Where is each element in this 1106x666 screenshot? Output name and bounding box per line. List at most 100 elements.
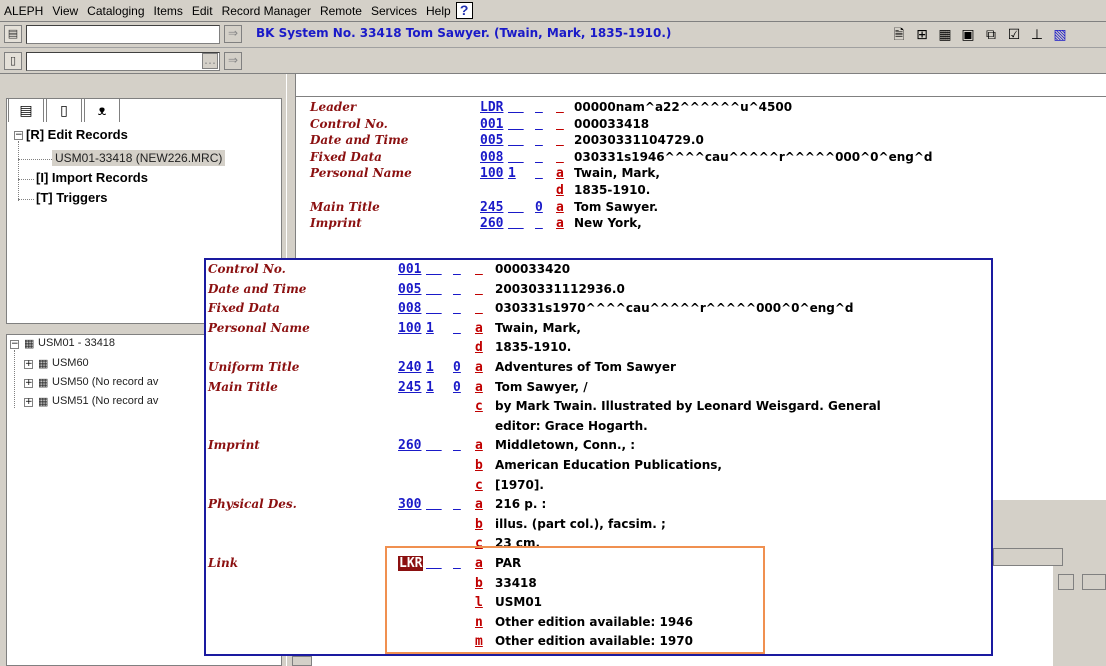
popup-field-tag[interactable]: 100 bbox=[398, 321, 421, 336]
search-input[interactable] bbox=[26, 25, 220, 44]
menu-edit[interactable]: Edit bbox=[192, 4, 213, 18]
bg-field-tag[interactable]: LDR bbox=[480, 100, 503, 115]
search-input-2[interactable] bbox=[26, 52, 220, 71]
copy-icon[interactable]: ⧉ bbox=[982, 26, 1000, 44]
popup-indicator-1[interactable] bbox=[426, 282, 442, 297]
popup-indicator-1[interactable] bbox=[426, 262, 442, 277]
split-icon[interactable]: ⊥ bbox=[1028, 26, 1046, 44]
popup-field-tag[interactable]: LKR bbox=[398, 556, 424, 571]
menu-services[interactable]: Services bbox=[371, 4, 417, 18]
bg-indicator-2[interactable]: 0 bbox=[535, 200, 543, 215]
popup-indicator-2[interactable] bbox=[453, 438, 461, 453]
menu-cataloging[interactable]: Cataloging bbox=[87, 4, 144, 18]
bg-indicator-1[interactable] bbox=[508, 150, 524, 165]
tree-toggle-icon[interactable]: ▤ bbox=[4, 25, 22, 43]
bg-indicator-1[interactable] bbox=[508, 216, 524, 231]
bg-field-tag[interactable]: 260 bbox=[480, 216, 503, 231]
tree-root-usm01[interactable]: USM01 - 33418 bbox=[38, 337, 115, 349]
bg-indicator-2[interactable] bbox=[535, 133, 543, 148]
scroll-button[interactable] bbox=[1058, 574, 1074, 590]
page-tab-icon[interactable]: ▯ bbox=[46, 98, 82, 122]
collapse-icon[interactable]: − bbox=[10, 340, 19, 349]
popup-subfield-code[interactable]: c bbox=[475, 478, 483, 493]
bg-indicator-1[interactable] bbox=[508, 117, 524, 132]
bg-subfield-code[interactable]: a bbox=[556, 200, 564, 215]
go-arrow-icon[interactable]: ⇒ bbox=[224, 25, 242, 43]
menu-view[interactable]: View bbox=[52, 4, 78, 18]
bg-field-tag[interactable]: 005 bbox=[480, 133, 503, 148]
popup-subfield-code[interactable]: b bbox=[475, 517, 483, 532]
tree-item-usm50[interactable]: USM50 (No record av bbox=[52, 376, 158, 388]
bg-field-tag[interactable]: 001 bbox=[480, 117, 503, 132]
edit-record-icon[interactable]: 🗎 bbox=[890, 26, 908, 44]
popup-indicator-1[interactable] bbox=[426, 497, 442, 512]
popup-indicator-2[interactable]: 0 bbox=[453, 360, 461, 375]
popup-subfield-code[interactable]: c bbox=[475, 399, 483, 414]
tree-item-edit-records[interactable]: [R] Edit Records bbox=[26, 127, 128, 142]
popup-indicator-2[interactable]: 0 bbox=[453, 380, 461, 395]
popup-subfield-code[interactable]: a bbox=[475, 438, 483, 453]
bg-subfield-code[interactable]: a bbox=[556, 216, 564, 231]
popup-field-tag[interactable]: 300 bbox=[398, 497, 421, 512]
bg-indicator-2[interactable] bbox=[535, 117, 543, 132]
menu-aleph[interactable]: ALEPH bbox=[4, 4, 43, 18]
table-icon[interactable]: ▦ bbox=[936, 26, 954, 44]
popup-indicator-1[interactable] bbox=[426, 301, 442, 316]
menu-remote[interactable]: Remote bbox=[320, 4, 362, 18]
ellipsis-button[interactable]: … bbox=[202, 53, 218, 69]
popup-indicator-2[interactable] bbox=[453, 262, 461, 277]
popup-subfield-code[interactable]: a bbox=[475, 321, 483, 336]
popup-field-tag[interactable]: 245 bbox=[398, 380, 421, 395]
binoculars-icon[interactable]: ᴥ bbox=[84, 98, 120, 122]
popup-indicator-2[interactable] bbox=[453, 282, 461, 297]
collapse-icon[interactable]: − bbox=[14, 131, 23, 140]
marc-icon[interactable]: ▧ bbox=[1051, 26, 1069, 44]
bg-field-tag[interactable]: 245 bbox=[480, 200, 503, 215]
popup-indicator-2[interactable] bbox=[453, 497, 461, 512]
expand-icon[interactable]: + bbox=[24, 379, 33, 388]
menu-record-manager[interactable]: Record Manager bbox=[222, 4, 311, 18]
popup-field-tag[interactable]: 240 bbox=[398, 360, 421, 375]
popup-field-tag[interactable]: 001 bbox=[398, 262, 421, 277]
tree-item-usm01-record[interactable]: USM01-33418 (NEW226.MRC) bbox=[52, 150, 226, 166]
bg-indicator-2[interactable] bbox=[535, 216, 543, 231]
popup-indicator-2[interactable] bbox=[453, 301, 461, 316]
bg-indicator-2[interactable] bbox=[535, 150, 543, 165]
menu-items[interactable]: Items bbox=[154, 4, 183, 18]
popup-indicator-1[interactable]: 1 bbox=[426, 321, 434, 336]
tree-tab-icon[interactable]: ▤ bbox=[8, 98, 44, 122]
bg-indicator-2[interactable] bbox=[535, 166, 543, 181]
bg-subfield-code[interactable]: d bbox=[556, 183, 564, 198]
popup-field-tag[interactable]: 260 bbox=[398, 438, 421, 453]
check-icon[interactable]: ☑ bbox=[1005, 26, 1023, 44]
popup-field-tag[interactable]: 005 bbox=[398, 282, 421, 297]
scroll-button[interactable] bbox=[1082, 574, 1106, 590]
popup-subfield-code[interactable]: b bbox=[475, 458, 483, 473]
page-icon[interactable]: ▯ bbox=[4, 52, 22, 70]
popup-field-tag[interactable]: 008 bbox=[398, 301, 421, 316]
hierarchy-icon[interactable]: ⊞ bbox=[913, 26, 931, 44]
popup-subfield-code[interactable]: a bbox=[475, 497, 483, 512]
bg-indicator-2[interactable] bbox=[535, 100, 543, 115]
bg-subfield-code[interactable]: a bbox=[556, 166, 564, 181]
popup-subfield-code[interactable]: a bbox=[475, 380, 483, 395]
bg-field-tag[interactable]: 008 bbox=[480, 150, 503, 165]
tree-item-usm51[interactable]: USM51 (No record av bbox=[52, 395, 158, 407]
form-icon[interactable]: ▣ bbox=[959, 26, 977, 44]
popup-subfield-code[interactable]: a bbox=[475, 360, 483, 375]
expand-icon[interactable]: + bbox=[24, 360, 33, 369]
tree-item-usm60[interactable]: USM60 bbox=[52, 357, 89, 369]
go-arrow-icon-2[interactable]: ⇒ bbox=[224, 52, 242, 70]
tree-item-triggers[interactable]: [T] Triggers bbox=[36, 190, 108, 205]
bg-field-tag[interactable]: 100 bbox=[480, 166, 503, 181]
bg-indicator-1[interactable]: 1 bbox=[508, 166, 516, 181]
help-icon[interactable]: ? bbox=[455, 2, 473, 19]
popup-indicator-1[interactable] bbox=[426, 438, 442, 453]
popup-indicator-1[interactable]: 1 bbox=[426, 380, 434, 395]
bg-indicator-1[interactable] bbox=[508, 100, 524, 115]
popup-indicator-1[interactable]: 1 bbox=[426, 360, 434, 375]
tree-item-import-records[interactable]: [I] Import Records bbox=[36, 170, 148, 185]
bg-indicator-1[interactable] bbox=[508, 200, 524, 215]
expand-icon[interactable]: + bbox=[24, 398, 33, 407]
menu-help[interactable]: Help bbox=[426, 4, 451, 18]
